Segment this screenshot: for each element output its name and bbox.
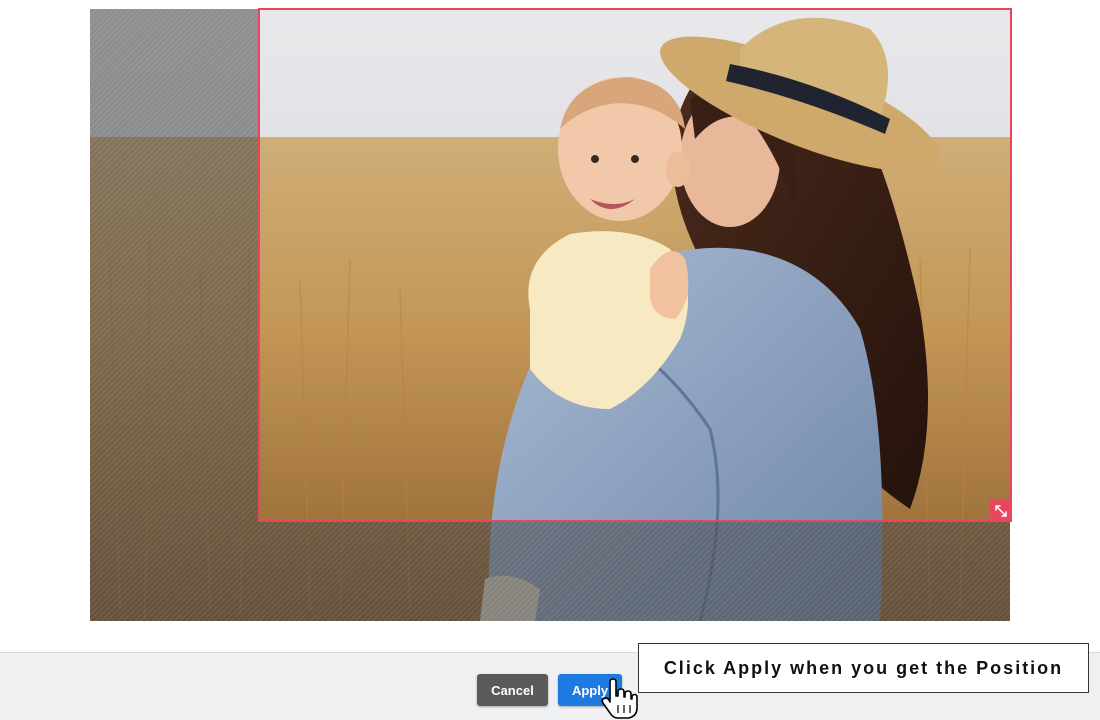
crop-resize-handle[interactable] [990, 500, 1012, 522]
dim-overlay-bottom [258, 520, 1010, 621]
crop-editor: Cancel Apply Click Apply when you get th… [0, 0, 1100, 720]
cancel-button[interactable]: Cancel [477, 674, 548, 706]
hint-tooltip: Click Apply when you get the Position [638, 643, 1089, 693]
hand-pointer-icon [601, 678, 638, 719]
dim-overlay-left [90, 9, 258, 621]
resize-diagonal-icon [995, 505, 1007, 517]
hint-text: Click Apply when you get the Position [663, 657, 1064, 678]
crop-selection-box[interactable] [258, 8, 1012, 522]
